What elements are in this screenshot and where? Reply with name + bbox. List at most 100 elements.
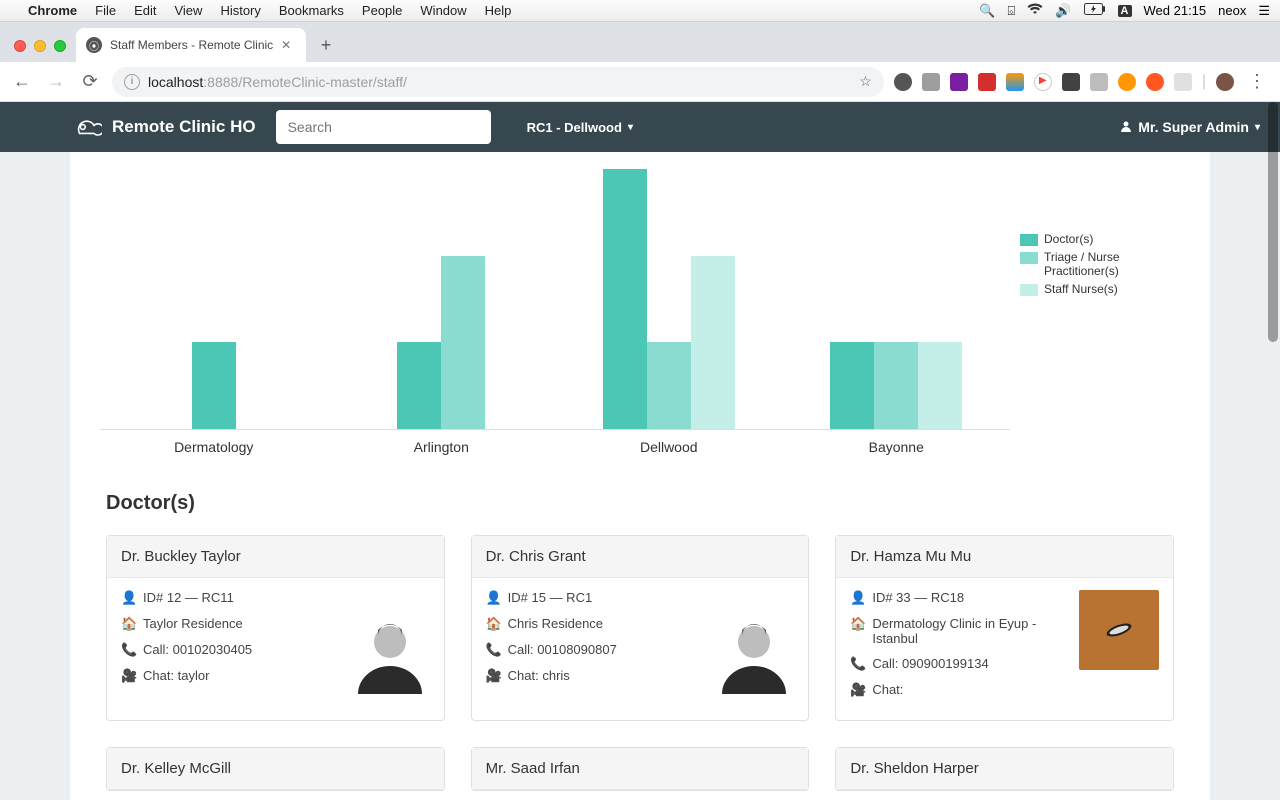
search-input[interactable]	[288, 110, 479, 144]
tab-favicon-icon: ⦿	[86, 37, 102, 53]
doctor-chat: Chat: chris	[508, 668, 570, 683]
doctor-card[interactable]: Dr. Hamza Mu Mu👤ID# 33 — RC18🏠Dermatolog…	[835, 535, 1174, 721]
chart-legend: Doctor(s) Triage / Nurse Practitioner(s)…	[1020, 232, 1180, 300]
doctor-card[interactable]: Mr. Saad Irfan	[471, 747, 810, 791]
profile-avatar-icon[interactable]	[1216, 73, 1234, 91]
extension-icon[interactable]	[1146, 73, 1164, 91]
chart-bar	[397, 342, 441, 429]
address-bar: ← → ⟳ i localhost:8888/RemoteClinic-mast…	[0, 62, 1280, 102]
chart-bar-group	[603, 169, 735, 429]
chart-bar-group	[397, 256, 485, 429]
user-icon: 👤	[121, 590, 135, 606]
search-box[interactable]	[276, 110, 491, 144]
menu-edit[interactable]: Edit	[134, 3, 156, 18]
user-menu[interactable]: Mr. Super Admin ▾	[1120, 119, 1260, 135]
macos-menubar: Chrome File Edit View History Bookmarks …	[0, 0, 1280, 22]
spotlight-icon[interactable]: 🔍	[979, 3, 995, 19]
new-tab-button[interactable]: +	[312, 31, 340, 59]
doctor-name: Dr. Chris Grant	[472, 536, 809, 578]
browser-tab[interactable]: ⦿ Staff Members - Remote Clinic ✕	[76, 28, 306, 62]
cloud-logo-icon	[70, 115, 102, 139]
wifi-icon[interactable]	[1027, 3, 1043, 18]
user-name-label: Mr. Super Admin	[1138, 119, 1249, 135]
tab-close-button[interactable]: ✕	[281, 38, 291, 52]
chart-bar	[691, 256, 735, 429]
doctor-card[interactable]: Dr. Chris Grant👤ID# 15 — RC1🏠Chris Resid…	[471, 535, 810, 721]
user-icon: 👤	[486, 590, 500, 606]
reload-button[interactable]: ⟳	[78, 71, 102, 92]
doctor-photo	[1079, 590, 1159, 670]
legend-item: Staff Nurse(s)	[1020, 282, 1180, 296]
chevron-down-icon: ▾	[628, 122, 633, 133]
phone-icon: 📞	[486, 642, 500, 658]
battery-icon[interactable]	[1084, 3, 1106, 18]
location-label: RC1 - Dellwood	[527, 120, 622, 135]
doctor-card[interactable]: Dr. Kelley McGill	[106, 747, 445, 791]
extensions: ▶ |	[894, 73, 1234, 91]
chart-category-label: Arlington	[414, 439, 469, 455]
forward-button[interactable]: →	[44, 71, 68, 92]
window-close-button[interactable]	[14, 40, 26, 52]
extension-icon[interactable]: ▶	[1034, 73, 1052, 91]
extension-icon[interactable]	[1174, 73, 1192, 91]
window-minimize-button[interactable]	[34, 40, 46, 52]
doctor-chat: Chat:	[872, 682, 903, 697]
section-title: Doctor(s)	[106, 492, 1210, 515]
doctor-call: Call: 00108090807	[508, 642, 617, 657]
brand-title: Remote Clinic HO	[112, 117, 256, 137]
menu-view[interactable]: View	[174, 3, 202, 18]
menu-help[interactable]: Help	[485, 3, 512, 18]
staff-distribution-chart: Dermatology Arlington Dellwood Bayonne Doct…	[100, 162, 1180, 462]
chart-bar	[918, 342, 962, 429]
extension-icon[interactable]	[1090, 73, 1108, 91]
tab-strip: ⦿ Staff Members - Remote Clinic ✕ +	[0, 22, 1280, 62]
menu-people[interactable]: People	[362, 3, 402, 18]
app-menu[interactable]: Chrome	[28, 3, 77, 18]
input-source-icon[interactable]: A	[1118, 5, 1132, 17]
chart-category-label: Bayonne	[869, 439, 924, 455]
user-icon	[1120, 119, 1132, 135]
extension-icon[interactable]	[894, 73, 912, 91]
doctor-id: ID# 15 — RC1	[508, 590, 593, 605]
control-icon[interactable]: ⌺	[1008, 3, 1016, 19]
doctor-name: Dr. Hamza Mu Mu	[836, 536, 1173, 578]
chart-bar	[441, 256, 485, 429]
extension-icon[interactable]	[1062, 73, 1080, 91]
extension-icon[interactable]	[1006, 73, 1024, 91]
extension-icon[interactable]	[922, 73, 940, 91]
extension-icon[interactable]	[978, 73, 996, 91]
omnibox[interactable]: i localhost:8888/RemoteClinic-master/sta…	[112, 67, 884, 97]
scrollbar[interactable]	[1268, 102, 1278, 342]
doctor-avatar	[714, 614, 794, 694]
notifications-icon[interactable]: ☰	[1258, 3, 1270, 19]
user-name[interactable]: neox	[1218, 3, 1246, 18]
doctor-card[interactable]: Dr. Sheldon Harper	[835, 747, 1174, 791]
doctor-avatar	[350, 614, 430, 694]
phone-icon: 📞	[121, 642, 135, 658]
extension-icon[interactable]	[950, 73, 968, 91]
chart-bar	[192, 342, 236, 429]
chrome-menu-button[interactable]: ⋮	[1244, 71, 1270, 92]
app-header: Remote Clinic HO RC1 - Dellwood ▾ Mr. Su…	[0, 102, 1280, 152]
home-icon: 🏠	[121, 616, 135, 632]
chart-category-label: Dellwood	[640, 439, 698, 455]
volume-icon[interactable]: 🔊	[1055, 3, 1071, 19]
site-info-icon[interactable]: i	[124, 74, 140, 90]
doctor-call: Call: 00102030405	[143, 642, 252, 657]
extension-icon[interactable]	[1118, 73, 1136, 91]
menu-history[interactable]: History	[220, 3, 260, 18]
doctor-card[interactable]: Dr. Buckley Taylor👤ID# 12 — RC11🏠Taylor …	[106, 535, 445, 721]
doctor-id: ID# 12 — RC11	[143, 590, 234, 605]
menu-bookmarks[interactable]: Bookmarks	[279, 3, 344, 18]
clock[interactable]: Wed 21:15	[1144, 3, 1207, 18]
menu-file[interactable]: File	[95, 3, 116, 18]
back-button[interactable]: ←	[10, 71, 34, 92]
window-zoom-button[interactable]	[54, 40, 66, 52]
location-selector[interactable]: RC1 - Dellwood ▾	[527, 120, 633, 135]
bookmark-star-icon[interactable]: ☆	[859, 73, 872, 90]
chart-category-label: Dermatology	[174, 439, 253, 455]
menu-window[interactable]: Window	[420, 3, 466, 18]
brand[interactable]: Remote Clinic HO	[70, 115, 256, 139]
doctor-address: Dermatology Clinic in Eyup - Istanbul	[872, 616, 1069, 646]
tab-title: Staff Members - Remote Clinic	[110, 38, 273, 52]
